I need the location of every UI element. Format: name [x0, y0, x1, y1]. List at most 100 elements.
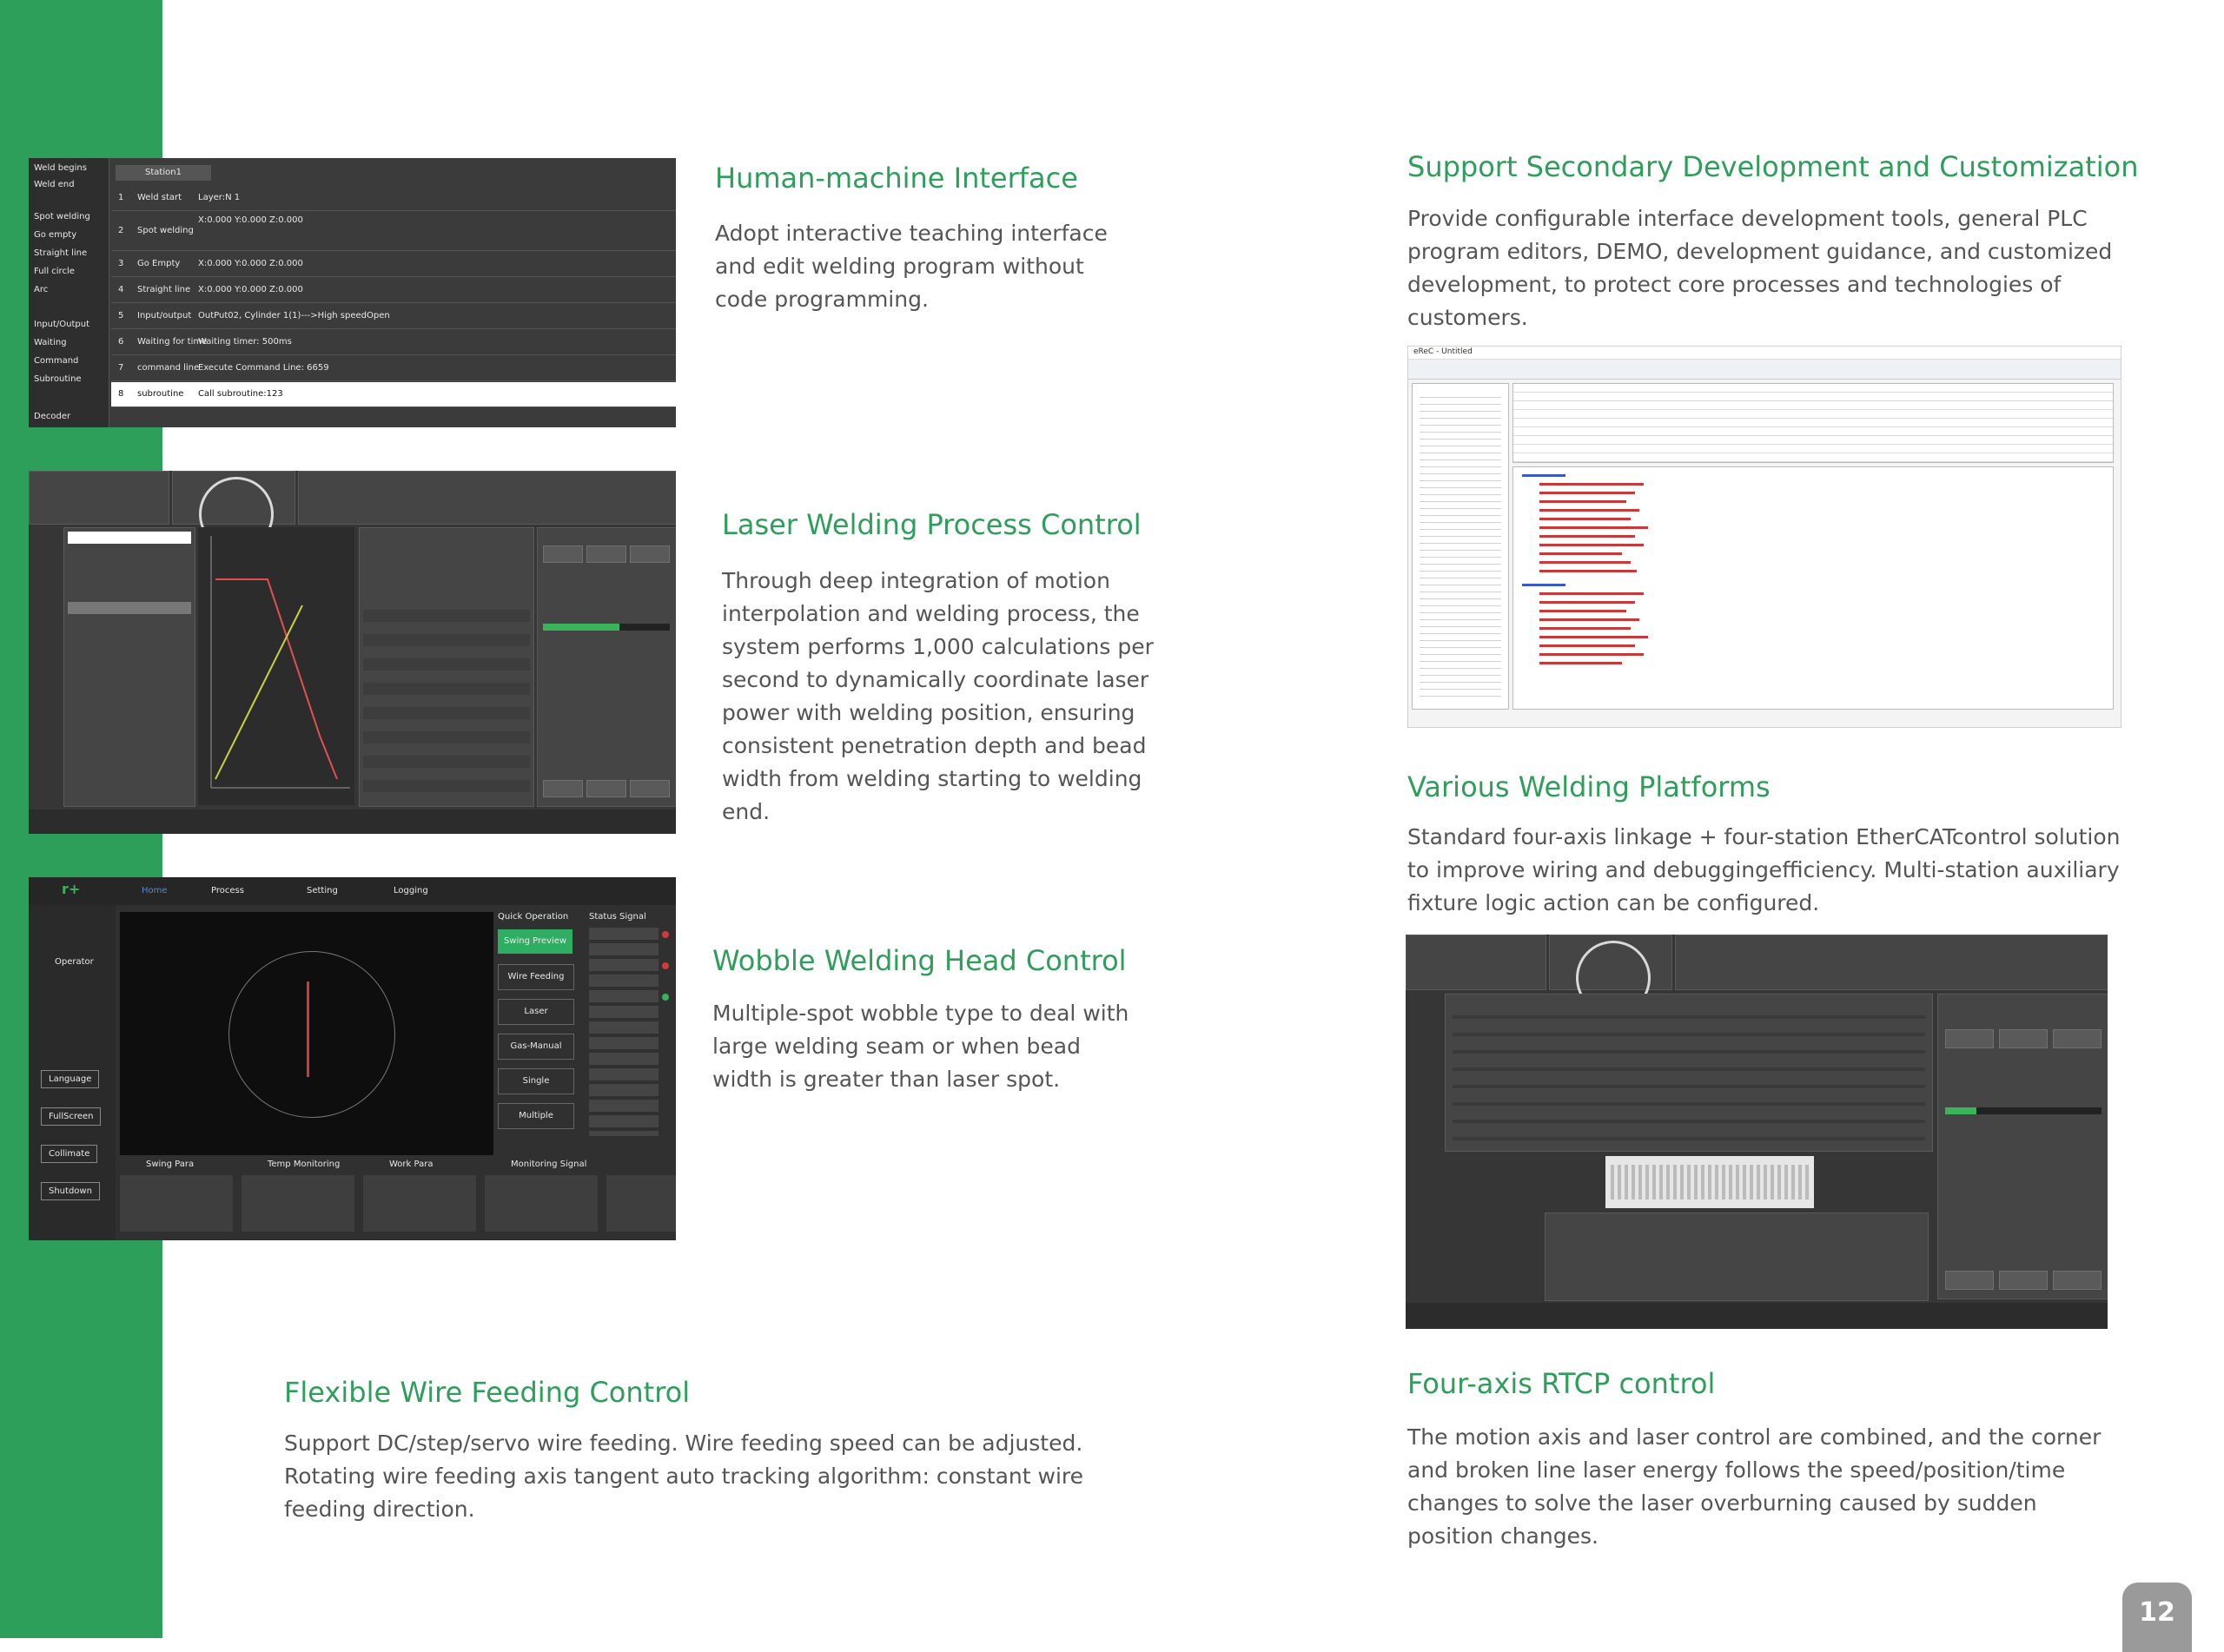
wobble-body: Multiple-spot wobble type to deal with l…: [712, 1001, 1129, 1092]
hmi-side-item[interactable]: Input/Output: [34, 320, 89, 329]
fullscreen-button[interactable]: FullScreen: [41, 1107, 102, 1126]
distance-power-plot: [210, 536, 350, 789]
platforms-body: Standard four-axis linkage + four-statio…: [1407, 824, 2121, 915]
table-row[interactable]: 4 Straight line X:0.000 Y:0.000 Z:0.000: [111, 278, 676, 303]
hmi-heading: Human-machine Interface: [715, 162, 1078, 195]
z-axis-button[interactable]: [2053, 1029, 2102, 1048]
table-row-selected[interactable]: 8 subroutine Call subroutine:123: [111, 382, 676, 407]
collimate-button[interactable]: Collimate: [41, 1145, 98, 1163]
start-button[interactable]: [543, 780, 583, 797]
status-signal-title: Status Signal: [589, 912, 646, 922]
status-dot: [662, 931, 669, 938]
io-signal-grid: [1445, 994, 1933, 1152]
ide-title-bar: eReC - Untitled: [1408, 347, 2121, 360]
wobble-heading: Wobble Welding Head Control: [712, 944, 1127, 977]
reset-button[interactable]: [2053, 1271, 2102, 1290]
ide-project-tree: [1412, 383, 1509, 710]
platforms-heading: Various Welding Platforms: [1407, 770, 1771, 803]
shutdown-button[interactable]: Shutdown: [41, 1182, 100, 1200]
layer-list-panel: [63, 527, 195, 807]
language-button[interactable]: Language: [41, 1070, 100, 1088]
platforms-bottom-nav: [1406, 1303, 2108, 1329]
table-row[interactable]: 7 command line Execute Command Line: 6659: [111, 356, 676, 381]
hmi-body: Adopt interactive teaching interface and…: [715, 221, 1108, 312]
laser-button[interactable]: Laser: [498, 999, 574, 1025]
laser-process-body: Through deep integration of motion inter…: [722, 568, 1154, 824]
laser-bottom-nav: [29, 809, 676, 834]
wobble-circle-icon: [228, 951, 395, 1118]
logo-icon: r+: [62, 881, 81, 897]
table-row[interactable]: 3 Go Empty X:0.000 Y:0.000 Z:0.000: [111, 252, 676, 277]
wobble-bottom-panels: Swing Para Temp Monitoring Work Para Mon…: [120, 1160, 676, 1240]
ide-code-editor: [1512, 466, 2114, 710]
table-row[interactable]: 6 Waiting for time Waiting timer: 500ms: [111, 330, 676, 355]
rtcp-heading: Four-axis RTCP control: [1407, 1367, 1716, 1400]
axis-readout-panel: [1406, 935, 1546, 990]
hmi-side-item[interactable]: Waiting: [34, 338, 67, 347]
pause-button[interactable]: [586, 780, 626, 797]
manual-control-panel: [1937, 994, 2108, 1299]
axis-readout-panel: [29, 471, 169, 525]
hmi-side-item[interactable]: Arc: [34, 285, 48, 294]
table-row[interactable]: 1 Weld start Layer:N 1: [111, 186, 676, 211]
status-dot: [662, 994, 669, 1001]
single-button[interactable]: Single: [498, 1068, 574, 1094]
operator-label[interactable]: Operator: [55, 957, 94, 967]
nav-process[interactable]: Process: [211, 886, 244, 895]
laser-process-screenshot: [29, 471, 676, 834]
wobble-preview: [120, 912, 493, 1155]
x-axis-button[interactable]: [1945, 1029, 1994, 1048]
io-module-diagram: [1605, 1156, 1814, 1208]
wobble-top-nav: r+ Home Process Setting Logging: [29, 877, 676, 905]
work-para-title: Work Para: [389, 1160, 434, 1169]
y-axis-button[interactable]: [1999, 1029, 2048, 1048]
swing-para-title: Swing Para: [146, 1160, 195, 1169]
nav-logging[interactable]: Logging: [394, 886, 428, 895]
hmi-side-item[interactable]: Full circle: [34, 267, 75, 276]
wire-feeding-heading: Flexible Wire Feeding Control: [284, 1376, 691, 1409]
ide-variable-table: [1512, 383, 2114, 463]
magnification-bar[interactable]: [543, 624, 670, 631]
x-axis-button[interactable]: [543, 545, 583, 563]
hmi-side-item[interactable]: Weld end: [34, 180, 75, 189]
laser-process-heading: Laser Welding Process Control: [722, 508, 1142, 541]
hmi-side-item[interactable]: Go empty: [34, 230, 76, 240]
table-row[interactable]: 5 Input/output OutPut02, Cylinder 1(1)--->…: [111, 304, 676, 329]
wobble-side: Operator Language FullScreen Collimate S…: [29, 905, 116, 1240]
hmi-side-item[interactable]: Spot welding: [34, 212, 90, 221]
pause-button[interactable]: [1999, 1271, 2048, 1290]
start-button[interactable]: [1945, 1271, 1994, 1290]
wire-feeding-body: Support DC/step/servo wire feeding. Wire…: [284, 1431, 1083, 1522]
z-axis-button[interactable]: [630, 545, 670, 563]
secondary-dev-heading: Support Secondary Development and Custom…: [1407, 150, 2139, 183]
swing-preview-button[interactable]: Swing Preview: [498, 929, 573, 954]
gauge-panel: [1549, 935, 1672, 1015]
hmi-side-item[interactable]: Subroutine: [34, 374, 82, 384]
gas-manual-button[interactable]: Gas-Manual: [498, 1034, 574, 1060]
secondary-dev-body: Provide configurable interface developme…: [1407, 206, 2113, 330]
platforms-screenshot: [1406, 935, 2108, 1329]
magnification-bar[interactable]: [1945, 1107, 2102, 1114]
wire-feeding-button[interactable]: Wire Feeding: [498, 964, 574, 990]
y-axis-button[interactable]: [586, 545, 626, 563]
modulation-table-panel: [359, 527, 534, 807]
output-signal-grid: [1545, 1213, 1929, 1301]
hmi-station-tab[interactable]: Station1: [116, 165, 211, 181]
wobble-screenshot: r+ Home Process Setting Logging Operator…: [29, 877, 676, 1240]
status-dot: [662, 962, 669, 969]
reset-button[interactable]: [630, 780, 670, 797]
quick-operation-panel: Quick Operation Swing Preview Wire Feedi…: [498, 912, 585, 1155]
multiple-button[interactable]: Multiple: [498, 1103, 574, 1129]
status-panel: [298, 471, 676, 525]
nav-home[interactable]: Home: [142, 886, 168, 895]
hmi-sidebar: Weld begins Weld end Spot welding Go emp…: [29, 158, 109, 427]
hmi-side-item[interactable]: Weld begins: [34, 163, 87, 173]
hmi-decoder[interactable]: Decoder: [34, 412, 70, 421]
distance-power-chart: [198, 527, 354, 805]
ide-title: eReC - Untitled: [1413, 347, 1473, 356]
table-row[interactable]: 2 Spot welding X:0.000 Y:0.000 Z:0.000: [111, 212, 676, 251]
nav-setting[interactable]: Setting: [307, 886, 338, 895]
status-panel: [1675, 935, 2108, 990]
hmi-side-item[interactable]: Straight line: [34, 248, 87, 258]
hmi-side-item[interactable]: Command: [34, 356, 78, 366]
